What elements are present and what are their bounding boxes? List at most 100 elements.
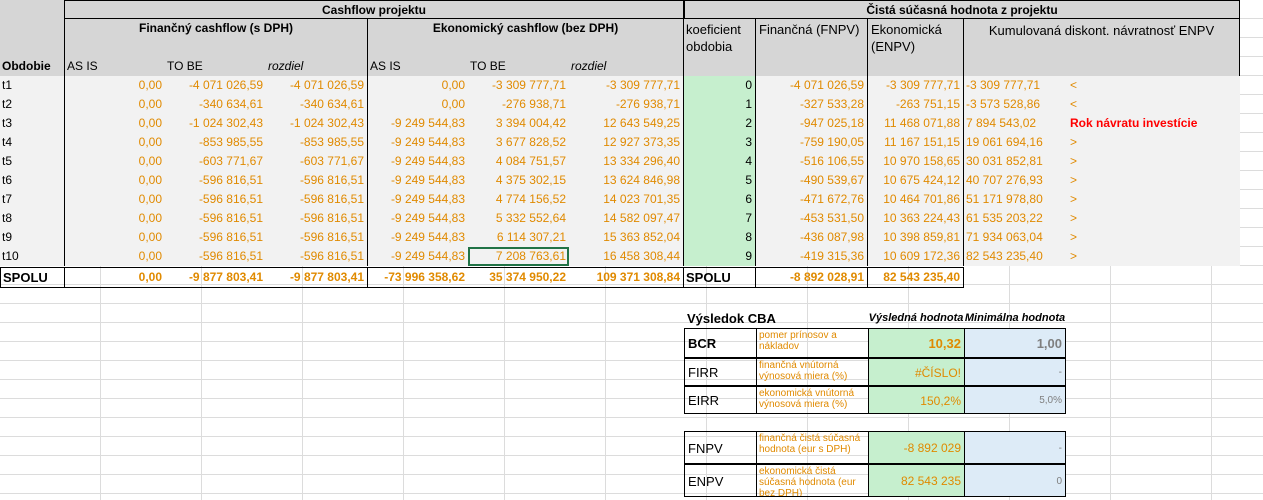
cell-cum[interactable]: 51 171 978,80 [964,190,1068,209]
cell-fnpv[interactable]: -419 315,36 [756,247,868,266]
cell-e-asis[interactable]: 0,00 [368,76,468,95]
cell-f-asis[interactable]: 0,00 [64,247,165,266]
spreadsheet[interactable]: Cashflow projektu Čistá súčasná hodnota … [0,0,1263,500]
cashflow-title[interactable]: Cashflow projektu [64,0,684,19]
cell-f-diff[interactable]: -596 816,51 [266,209,368,228]
cell-fnpv[interactable]: -516 106,55 [756,152,868,171]
cell-enpv[interactable]: 10 609 172,36 [868,247,964,266]
cba-min[interactable]: - [964,431,1066,464]
cell-e-diff[interactable]: 12 643 549,25 [569,114,684,133]
cell-coef[interactable]: 0 [684,76,756,95]
cba-desc[interactable]: ekonomická čistá súčasná hodnota (eur be… [756,464,868,497]
cba-desc[interactable]: finančná vnútorná výnosová miera (%) [756,358,868,386]
cba-name[interactable]: FNPV [684,431,756,464]
cba-result[interactable]: 10,32 [868,328,964,358]
cell-cum[interactable]: 82 543 235,40 [964,247,1068,266]
cba-name[interactable]: FIRR [684,358,756,386]
cell-f-tobe[interactable]: -596 816,51 [165,228,266,247]
cell-e-tobe[interactable]: 4 375 302,15 [468,171,569,190]
cell-e-diff[interactable]: 12 927 373,35 [569,133,684,152]
cell-f-diff[interactable]: -596 816,51 [266,247,368,266]
cell-e-tobe[interactable]: 3 394 004,42 [468,114,569,133]
row-period[interactable]: t1 [0,76,64,95]
cell-f-asis[interactable]: 0,00 [64,76,165,95]
fnpv-header[interactable]: Finančná (FNPV) [756,19,868,76]
cell-enpv[interactable]: 10 363 224,43 [868,209,964,228]
cba-name[interactable]: BCR [684,328,756,358]
total-e-diff[interactable]: 109 371 308,84 [569,267,684,288]
cell-e-diff[interactable]: 13 334 296,40 [569,152,684,171]
cba-desc[interactable]: pomer prínosov a nákladov [756,328,868,358]
cell-e-diff[interactable]: 13 624 846,98 [569,171,684,190]
cell-cum[interactable]: -3 573 528,86 [964,95,1068,114]
obdobie-header[interactable]: Obdobie [0,57,64,76]
cell-e-asis[interactable]: -9 249 544,83 [368,190,468,209]
total-fnpv[interactable]: -8 892 028,91 [756,267,868,288]
cell-coef[interactable]: 3 [684,133,756,152]
cell-f-diff[interactable]: -596 816,51 [266,190,368,209]
cell-coef[interactable]: 2 [684,114,756,133]
cell-e-asis[interactable]: -9 249 544,83 [368,152,468,171]
total-f-diff[interactable]: -9 877 803,41 [266,267,368,288]
cell-f-asis[interactable]: 0,00 [64,190,165,209]
row-period[interactable]: t10 [0,247,64,266]
row-period[interactable]: t7 [0,190,64,209]
cell-mark[interactable]: < [1068,95,1240,114]
cell-e-tobe[interactable]: -276 938,71 [468,95,569,114]
f-diff-header[interactable]: rozdiel [266,57,368,76]
row-period[interactable]: t4 [0,133,64,152]
cell-enpv[interactable]: 10 970 158,65 [868,152,964,171]
total-f-tobe[interactable]: -9 877 803,41 [165,267,266,288]
row-period[interactable]: t8 [0,209,64,228]
cell-f-diff[interactable]: -4 071 026,59 [266,76,368,95]
cum-header[interactable]: Kumulovaná diskont. návratnosť ENPV [964,19,1240,76]
cell-coef[interactable]: 6 [684,190,756,209]
cell-enpv[interactable]: 10 675 424,12 [868,171,964,190]
cell-f-diff[interactable]: -596 816,51 [266,171,368,190]
total-e-asis[interactable]: -73 996 358,62 [368,267,468,288]
row-period[interactable]: t2 [0,95,64,114]
cell-e-tobe[interactable]: 5 332 552,64 [468,209,569,228]
cell-coef[interactable]: 4 [684,152,756,171]
total-f-asis[interactable]: 0,00 [64,267,165,288]
cell-fnpv[interactable]: -436 087,98 [756,228,868,247]
total-e-tobe[interactable]: 35 374 950,22 [468,267,569,288]
cba-min[interactable]: - [964,358,1066,386]
f-asis-header[interactable]: AS IS [64,57,165,76]
cell-cum[interactable]: 19 061 694,16 [964,133,1068,152]
cell-f-tobe[interactable]: -4 071 026,59 [165,76,266,95]
cell-fnpv[interactable]: -759 190,05 [756,133,868,152]
cell-f-asis[interactable]: 0,00 [64,228,165,247]
cba-title[interactable]: Výsledok CBA [684,309,864,328]
cba-result[interactable]: 82 543 235 [868,464,964,497]
cba-desc[interactable]: finančná čistá súčasná hodnota (eur s DP… [756,431,868,464]
cell-mark[interactable]: > [1068,133,1240,152]
cell-fnpv[interactable]: -453 531,50 [756,209,868,228]
cell-cum[interactable]: 40 707 276,93 [964,171,1068,190]
cell-mark[interactable]: > [1068,171,1240,190]
cell-mark[interactable]: > [1068,247,1240,266]
cba-min[interactable]: 0 [964,464,1066,497]
cell-coef[interactable]: 5 [684,171,756,190]
cell-fnpv[interactable]: -947 025,18 [756,114,868,133]
cba-result[interactable]: 150,2% [868,386,964,414]
cell-mark[interactable]: Rok návratu investície [1068,114,1240,133]
e-tobe-header[interactable]: TO BE [468,57,569,76]
f-tobe-header[interactable]: TO BE [165,57,266,76]
cba-result[interactable]: -8 892 029 [868,431,964,464]
cell-f-tobe[interactable]: -596 816,51 [165,190,266,209]
cell-cum[interactable]: 71 934 063,04 [964,228,1068,247]
eco-cf-header[interactable]: Ekonomický cashflow (bez DPH) [368,19,684,57]
cell-mark[interactable]: > [1068,228,1240,247]
cba-result[interactable]: #ČÍSLO! [868,358,964,386]
cba-name[interactable]: ENPV [684,464,756,497]
cell-e-tobe[interactable]: 6 114 307,21 [468,228,569,247]
cell-e-tobe[interactable]: 3 677 828,52 [468,133,569,152]
cell-e-asis[interactable]: -9 249 544,83 [368,209,468,228]
cell-f-asis[interactable]: 0,00 [64,171,165,190]
cell-enpv[interactable]: -263 751,15 [868,95,964,114]
row-period[interactable]: t5 [0,152,64,171]
totals-label-2[interactable]: SPOLU [684,267,756,288]
cell-e-asis[interactable]: -9 249 544,83 [368,228,468,247]
cell-mark[interactable]: < [1068,76,1240,95]
